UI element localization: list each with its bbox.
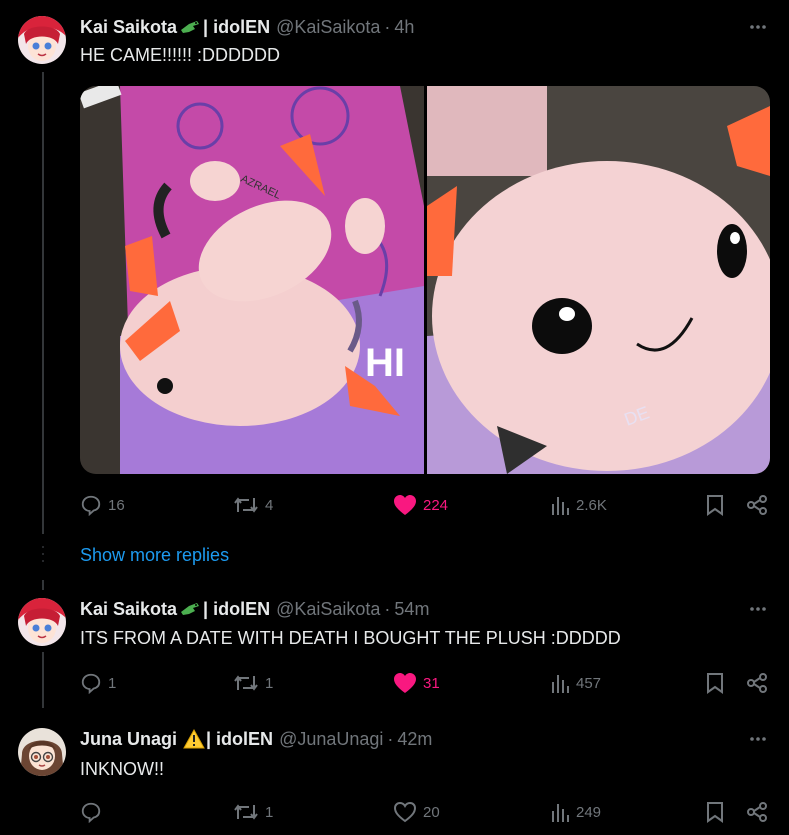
views-icon [552, 804, 569, 822]
bookmark-icon [707, 802, 723, 823]
share-button[interactable] [746, 672, 774, 694]
reply-button[interactable]: 1 [80, 672, 116, 694]
show-more-replies-link[interactable]: Show more replies [80, 545, 229, 566]
thread-line [42, 652, 44, 708]
tweet-text: HE CAME!!!!!! :DDDDDD [80, 45, 281, 65]
crocodile-emoji-icon [179, 18, 201, 36]
like-count: 31 [423, 674, 440, 692]
repost-button[interactable]: 1 [233, 672, 273, 694]
separator: · [384, 598, 391, 619]
more-icon[interactable] [747, 598, 769, 620]
affiliation: | idolEN [206, 728, 274, 749]
like-button[interactable]: 31 [393, 672, 440, 694]
repost-icon [234, 675, 258, 691]
separator: · [387, 728, 394, 749]
dotted-line [42, 545, 44, 567]
like-count: 20 [423, 803, 440, 821]
more-icon[interactable] [747, 728, 769, 750]
affiliation: | idolEN [203, 598, 271, 619]
warning-emoji-icon [183, 728, 205, 749]
bookmark-button[interactable] [706, 494, 730, 516]
repost-count: 1 [265, 674, 274, 692]
views-icon [552, 675, 569, 693]
repost-icon [234, 497, 258, 513]
display-name[interactable]: Kai Saikota [80, 599, 177, 620]
reply-button[interactable]: 16 [80, 494, 125, 516]
like-button[interactable]: 20 [393, 801, 440, 823]
views-icon [552, 497, 569, 515]
separator: · [384, 16, 391, 37]
bookmark-icon [707, 673, 723, 694]
views-count: 249 [576, 803, 602, 821]
like-button[interactable]: 224 [393, 494, 448, 516]
bookmark-button[interactable] [706, 672, 730, 694]
like-count: 224 [423, 496, 449, 514]
repost-count: 1 [265, 803, 274, 821]
thread-line [42, 72, 44, 534]
views-count: 2.6K [576, 496, 607, 514]
affiliation: | idolEN [203, 16, 271, 37]
share-icon [747, 673, 767, 693]
avatar[interactable] [18, 598, 66, 646]
bookmark-button[interactable] [706, 801, 730, 823]
media-image-left[interactable]: AZRAEL HI [80, 86, 424, 474]
repost-button[interactable]: 1 [233, 801, 273, 823]
reply-count: 1 [108, 674, 117, 692]
display-name[interactable]: Juna Unagi [80, 729, 177, 750]
avatar[interactable] [18, 16, 66, 64]
tweet-media[interactable]: AZRAEL HI DE [80, 86, 770, 474]
avatar[interactable] [18, 728, 66, 776]
tweet-text: ITS FROM A DATE WITH DEATH I BOUGHT THE … [80, 628, 621, 648]
share-icon [747, 802, 767, 822]
tweet-text: INKNOW!! [80, 759, 164, 779]
bookmark-icon [707, 495, 723, 516]
reply-count: 16 [108, 496, 125, 514]
like-icon [393, 801, 417, 823]
like-icon [394, 495, 416, 515]
tweet-header: Juna Unagi | idolEN @JunaUnagi · 42m [80, 728, 432, 750]
thread-line [42, 580, 44, 590]
views-button[interactable]: 457 [550, 672, 601, 694]
media-overlay-text: HI [365, 341, 405, 385]
share-button[interactable] [746, 494, 774, 516]
timestamp[interactable]: 4h [394, 17, 414, 38]
timestamp[interactable]: 42m [397, 729, 432, 750]
views-button[interactable]: 249 [550, 801, 601, 823]
reply-button[interactable] [80, 801, 108, 823]
display-name[interactable]: Kai Saikota [80, 17, 177, 38]
handle[interactable]: @KaiSaikota [276, 17, 380, 38]
more-icon[interactable] [747, 16, 769, 38]
handle[interactable]: @JunaUnagi [279, 729, 383, 750]
crocodile-emoji-icon [179, 600, 201, 618]
views-count: 457 [576, 674, 602, 692]
media-image-right[interactable]: DE [427, 86, 770, 474]
reply-icon [81, 673, 101, 694]
like-icon [394, 673, 416, 693]
tweet-header: Kai Saikota | idolEN @KaiSaikota · 4h [80, 16, 414, 38]
reply-icon [81, 802, 101, 823]
reply-icon [81, 495, 101, 516]
share-icon [747, 495, 767, 515]
handle[interactable]: @KaiSaikota [276, 599, 380, 620]
repost-icon [234, 804, 258, 820]
repost-count: 4 [265, 496, 274, 514]
views-button[interactable]: 2.6K [550, 494, 607, 516]
repost-button[interactable]: 4 [233, 494, 273, 516]
tweet-header: Kai Saikota | idolEN @KaiSaikota · 54m [80, 598, 429, 620]
share-button[interactable] [746, 801, 774, 823]
timestamp[interactable]: 54m [394, 599, 429, 620]
